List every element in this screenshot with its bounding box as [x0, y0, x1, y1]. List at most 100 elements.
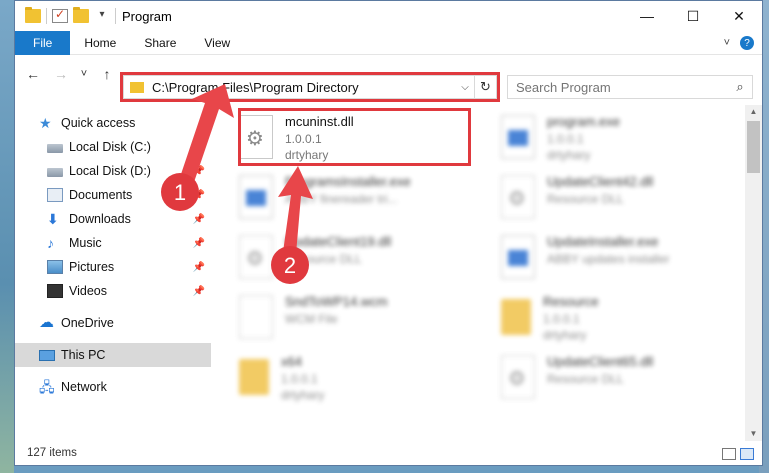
cloud-icon: ☁ [39, 314, 54, 331]
sidebar-item-label: OneDrive [61, 316, 114, 330]
file-description: Resource DLL [547, 192, 624, 206]
status-bar: 127 items [15, 441, 762, 465]
recent-locations-button[interactable]: ˅ [77, 62, 91, 86]
file-name: UpdateClient42.dll [547, 174, 654, 189]
file-list: mcuninst.dll 1.0.0.1 drtyhary program.ex… [229, 105, 749, 435]
tab-home[interactable]: Home [70, 31, 130, 55]
up-button[interactable]: ↑ [95, 62, 119, 86]
file-company: drtyhary [543, 328, 587, 342]
desktop-background-left [0, 0, 14, 473]
item-count: 127 items [27, 447, 77, 459]
help-icon[interactable]: ? [740, 36, 754, 50]
pin-icon[interactable]: 📌 [193, 214, 205, 225]
window-title: Program [122, 8, 172, 24]
file-item-resource-folder[interactable]: Resource 1.0.0.1 drtyhary [501, 291, 741, 347]
sidebar-item-label: This PC [61, 348, 106, 362]
explorer-window: ▾ Program — ☐ ✕ File Home Share View ˅ ?… [14, 0, 763, 466]
sidebar-item-label: Network [61, 380, 107, 394]
expand-ribbon-icon[interactable]: ˅ [724, 37, 730, 49]
sidebar-item-music[interactable]: ♪ Music 📌 [15, 231, 211, 255]
sidebar-item-label: Downloads [69, 212, 131, 226]
close-button[interactable]: ✕ [716, 1, 762, 31]
pin-icon[interactable]: 📌 [193, 238, 205, 249]
view-toggle [722, 448, 754, 460]
sidebar-item-this-pc[interactable]: This PC [15, 343, 211, 367]
sidebar-item-local-disk-d[interactable]: Local Disk (D:) 📌 [15, 159, 211, 183]
file-item-programs-installer[interactable]: ProgramsInstaller.exe ABBY finereader tr… [239, 171, 479, 227]
minimize-button[interactable]: — [624, 1, 670, 31]
file-item-updateinstaller[interactable]: UpdateInstaller.exe ABBY updates install… [501, 231, 741, 287]
dll-file-icon [501, 355, 535, 399]
search-box[interactable]: ⌕ [507, 75, 753, 99]
file-version: 1.0.0.1 [547, 132, 584, 146]
sidebar-item-documents[interactable]: Documents 📌 [15, 183, 211, 207]
file-description: Resource DLL [285, 252, 362, 266]
file-company: drtyhary [547, 148, 591, 162]
pin-icon[interactable]: 📌 [193, 142, 205, 153]
scroll-down-icon[interactable]: ▼ [745, 427, 762, 441]
file-name: UpdateInstaller.exe [547, 234, 659, 249]
exe-file-icon [239, 175, 273, 219]
customize-toolbar-icon[interactable]: ▾ [94, 9, 110, 23]
network-icon: 🖧 [39, 379, 55, 395]
properties-icon[interactable] [52, 7, 68, 23]
file-item-updateclient65[interactable]: UpdateClient65.dll Resource DLL [501, 351, 741, 407]
file-name: SndToWP14.wcm [285, 294, 388, 309]
large-icons-view-icon[interactable] [740, 448, 754, 460]
file-name: x64 [281, 354, 302, 369]
file-highlight-box [238, 108, 471, 166]
forward-button[interactable]: → [49, 62, 73, 86]
sidebar-item-label: Pictures [69, 260, 115, 274]
scroll-up-icon[interactable]: ▲ [745, 105, 762, 119]
folder-icon [239, 359, 269, 395]
pin-icon[interactable]: 📌 [193, 286, 205, 297]
computer-icon [39, 349, 55, 361]
quick-access-toolbar: ▾ [15, 7, 116, 24]
file-version: 1.0.0.1 [281, 372, 318, 386]
file-name: Resource [543, 294, 599, 309]
download-icon: ⬇ [47, 211, 59, 227]
tab-file[interactable]: File [15, 30, 71, 55]
ribbon-tabs: File Home Share View ˅ ? [15, 30, 762, 55]
exe-file-icon [501, 235, 535, 279]
pin-icon[interactable]: 📌 [193, 166, 205, 177]
file-item-updateclient19[interactable]: UpdateClient19.dll Resource DLL [239, 231, 479, 287]
search-icon[interactable]: ⌕ [728, 79, 752, 95]
vertical-scrollbar[interactable]: ▲ ▼ [745, 105, 762, 441]
sidebar-item-network[interactable]: 🖧 Network [15, 375, 211, 399]
sidebar-item-label: Local Disk (C:) [69, 140, 151, 154]
sidebar-item-videos[interactable]: Videos 📌 [15, 279, 211, 303]
toolbar-separator [46, 8, 47, 24]
dll-file-icon [239, 235, 273, 279]
pin-icon[interactable]: 📌 [193, 262, 205, 273]
file-item-sndtowp14[interactable]: SndToWP14.wcm WCM File [239, 291, 479, 347]
details-view-icon[interactable] [722, 448, 736, 460]
file-item-program-exe[interactable]: program.exe 1.0.0.1 drtyhary [501, 111, 741, 167]
pin-icon[interactable]: 📌 [193, 190, 205, 201]
ribbon-right-controls: ˅ ? [724, 31, 754, 55]
folder-icon [25, 7, 41, 23]
new-folder-icon[interactable] [73, 7, 89, 23]
star-icon: ★ [39, 115, 52, 131]
file-name: UpdateClient19.dll [285, 234, 392, 249]
sidebar-item-pictures[interactable]: Pictures 📌 [15, 255, 211, 279]
sidebar-item-local-disk-c[interactable]: Local Disk (C:) 📌 [15, 135, 211, 159]
tab-share[interactable]: Share [130, 31, 190, 55]
sidebar-item-quick-access[interactable]: ★ Quick access [15, 111, 211, 135]
search-input[interactable] [516, 79, 728, 95]
tab-view[interactable]: View [190, 31, 244, 55]
generic-file-icon [239, 295, 273, 339]
scrollbar-thumb[interactable] [747, 121, 760, 173]
navigation-pane: ★ Quick access Local Disk (C:) 📌 Local D… [15, 105, 211, 435]
back-button[interactable]: ← [21, 62, 45, 86]
file-item-x64-folder[interactable]: x64 1.0.0.1 drtyhary [239, 351, 479, 407]
sidebar-item-downloads[interactable]: ⬇ Downloads 📌 [15, 207, 211, 231]
sidebar-item-onedrive[interactable]: ☁ OneDrive [15, 311, 211, 335]
maximize-button[interactable]: ☐ [670, 1, 716, 31]
file-item-updateclient42[interactable]: UpdateClient42.dll Resource DLL [501, 171, 741, 227]
pictures-icon [47, 260, 63, 274]
file-version: 1.0.0.1 [543, 312, 580, 326]
toolbar-separator [115, 8, 116, 24]
file-name: ProgramsInstaller.exe [285, 174, 411, 189]
sidebar-item-label: Local Disk (D:) [69, 164, 151, 178]
